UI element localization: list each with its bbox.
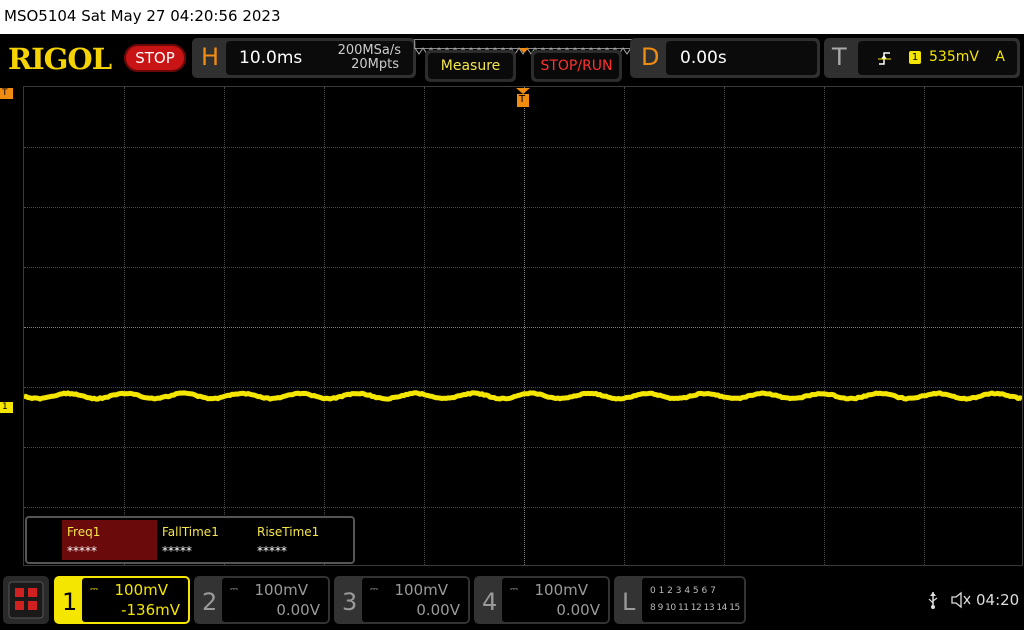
channel-4-number: 4 bbox=[482, 588, 497, 616]
dc-coupling-icon: ⎓ bbox=[510, 584, 517, 595]
trigger-panel-inner: 1 535mV A bbox=[858, 41, 1017, 75]
channel-2-number: 2 bbox=[202, 588, 217, 616]
ch1-ground-marker[interactable]: 1 bbox=[0, 402, 13, 413]
horizontal-letter: H bbox=[201, 43, 219, 71]
timebase-value: 10.0ms bbox=[239, 48, 302, 68]
measurement-item[interactable]: Freq1 ***** bbox=[62, 520, 157, 560]
channel-1-offset: -136mV bbox=[121, 601, 180, 619]
memory-depth: 20Mpts bbox=[351, 57, 399, 72]
clock-time: 04:20 bbox=[976, 591, 1019, 609]
horizontal-panel-inner: 10.0ms 200MSa/s 20Mpts bbox=[226, 41, 413, 75]
stop-run-label: STOP/RUN bbox=[534, 53, 619, 79]
trigger-source-badge: 1 bbox=[909, 51, 921, 64]
measurement-value: ***** bbox=[257, 544, 287, 558]
channel-2-offset: 0.00V bbox=[276, 601, 320, 619]
measurement-value: ***** bbox=[162, 544, 192, 558]
measure-button[interactable]: Measure bbox=[425, 50, 516, 82]
delay-panel-inner: 0.00s bbox=[666, 41, 817, 75]
channel-2-scale: 100mV bbox=[254, 581, 308, 599]
stop-run-button[interactable]: STOP/RUN bbox=[531, 50, 622, 82]
dc-coupling-icon: ⎓ bbox=[230, 584, 237, 595]
top-bar: RIGOL STOP H 10.0ms 200MSa/s 20Mpts Meas… bbox=[0, 34, 1024, 84]
measurement-name: RiseTime1 bbox=[257, 525, 319, 539]
channel-3-scale: 100mV bbox=[394, 581, 448, 599]
measurement-item[interactable]: FallTime1 ***** bbox=[157, 520, 252, 560]
logic-panel[interactable]: L 0 1 2 3 4 5 6 7 8 9 10 11 12 13 14 15 bbox=[614, 576, 746, 624]
title-text: MSO5104 Sat May 27 04:20:56 2023 bbox=[4, 7, 281, 25]
trigger-panel[interactable]: T 1 535mV A bbox=[824, 38, 1020, 78]
horizontal-panel[interactable]: H 10.0ms 200MSa/s 20Mpts bbox=[192, 38, 416, 78]
channel-1-scale: 100mV bbox=[114, 581, 168, 599]
memory-position-bar[interactable] bbox=[414, 39, 634, 49]
trigger-mode: A bbox=[995, 49, 1005, 65]
trigger-letter: T bbox=[832, 43, 847, 71]
run-state-badge[interactable]: STOP bbox=[124, 44, 186, 72]
channel-4-panel[interactable]: 4 ⎓ 100mV 0.00V bbox=[474, 576, 610, 624]
measurement-item[interactable]: RiseTime1 ***** bbox=[252, 520, 347, 560]
channel-2-panel[interactable]: 2 ⎓ 100mV 0.00V bbox=[194, 576, 330, 624]
waveform-grid[interactable] bbox=[23, 86, 1023, 566]
logic-channels-row-1: 0 1 2 3 4 5 6 7 bbox=[650, 586, 716, 596]
delay-panel[interactable]: D 0.00s bbox=[630, 38, 820, 78]
channel-3-panel[interactable]: 3 ⎓ 100mV 0.00V bbox=[334, 576, 470, 624]
measurement-name: Freq1 bbox=[67, 525, 100, 539]
trigger-level: 535mV bbox=[929, 49, 979, 65]
channel-3-number: 3 bbox=[342, 588, 357, 616]
dc-coupling-icon: ⎓ bbox=[90, 584, 97, 595]
title-bar: MSO5104 Sat May 27 04:20:56 2023 bbox=[0, 0, 1024, 34]
sample-rate: 200MSa/s bbox=[338, 43, 401, 58]
measurement-value: ***** bbox=[67, 544, 97, 558]
usb-icon bbox=[927, 591, 939, 609]
trigger-level-marker[interactable]: T bbox=[0, 88, 13, 99]
menu-grid-icon bbox=[3, 576, 49, 624]
logic-inner bbox=[642, 578, 744, 622]
channel-3-offset: 0.00V bbox=[416, 601, 460, 619]
delay-letter: D bbox=[641, 43, 659, 71]
logic-letter: L bbox=[622, 588, 635, 616]
measurement-name: FallTime1 bbox=[162, 525, 219, 539]
dc-coupling-icon: ⎓ bbox=[370, 584, 377, 595]
trigger-position-label: T bbox=[519, 94, 525, 105]
rigol-logo: RIGOL bbox=[8, 42, 111, 76]
measurement-panel: Freq1 ***** FallTime1 ***** RiseTime1 **… bbox=[25, 516, 355, 564]
menu-button[interactable] bbox=[3, 576, 49, 624]
channel-1-panel[interactable]: 1 ⎓ 100mV -136mV bbox=[54, 576, 190, 624]
bottom-bar: 1 ⎓ 100mV -136mV 2 ⎓ 100mV 0.00V 3 ⎓ 100… bbox=[0, 570, 1024, 630]
logic-channels-row-2: 8 9 10 11 12 13 14 15 bbox=[650, 603, 740, 613]
channel-4-offset: 0.00V bbox=[556, 601, 600, 619]
rising-edge-icon bbox=[878, 50, 892, 66]
channel-1-number: 1 bbox=[62, 588, 77, 616]
ch1-waveform bbox=[24, 87, 1022, 565]
mute-icon[interactable] bbox=[950, 591, 972, 609]
channel-4-scale: 100mV bbox=[534, 581, 588, 599]
trigger-position-marker[interactable]: T bbox=[516, 88, 530, 108]
measure-label: Measure bbox=[428, 53, 513, 79]
delay-value: 0.00s bbox=[680, 48, 727, 68]
